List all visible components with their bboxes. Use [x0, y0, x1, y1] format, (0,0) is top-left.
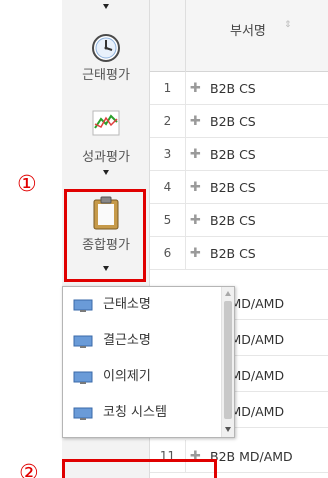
- menu-item-label: 근태소명: [103, 297, 151, 312]
- expand-icon[interactable]: ✚: [190, 138, 201, 171]
- row-department: B2B CS: [210, 246, 256, 261]
- row-number: 4: [150, 171, 186, 204]
- table-row[interactable]: 1 ✚ B2B CS: [150, 72, 328, 105]
- step-marker-1: ①: [17, 172, 37, 197]
- table-row[interactable]: 6 ✚ B2B CS: [150, 237, 328, 270]
- nav-item-label: 근태평가: [82, 68, 130, 83]
- table-row[interactable]: 4 ✚ B2B CS: [150, 171, 328, 204]
- menu-item-label: 이의제기: [103, 369, 151, 384]
- monitor-icon: [73, 371, 93, 384]
- grid-header: 부서명 ⇕: [150, 0, 328, 72]
- menu-item-objection[interactable]: 이의제기: [63, 359, 221, 395]
- highlight-box-overall-eval: [64, 189, 146, 282]
- monitor-icon: [73, 407, 93, 420]
- highlight-box-coaching-system: [62, 459, 217, 478]
- expand-icon[interactable]: ✚: [190, 105, 201, 138]
- dropdown-scrollbar[interactable]: [221, 287, 234, 437]
- table-row[interactable]: 5 ✚ B2B CS: [150, 204, 328, 237]
- menu-item-label: 결근소명: [103, 333, 151, 348]
- column-header-department[interactable]: 부서명: [230, 20, 266, 39]
- row-number: 2: [150, 105, 186, 138]
- row-number: 1: [150, 72, 186, 105]
- expand-icon[interactable]: ✚: [190, 204, 201, 237]
- row-department: B2B MD/AMD: [210, 449, 293, 464]
- sort-icon[interactable]: ⇕: [284, 20, 292, 30]
- table-row[interactable]: 2 ✚ B2B CS: [150, 105, 328, 138]
- step-marker-2: ②: [19, 461, 39, 478]
- row-department: B2B CS: [210, 81, 256, 96]
- menu-item-attendance-explanation[interactable]: 근태소명: [63, 287, 221, 323]
- nav-item-label: 성과평가: [82, 150, 130, 165]
- row-number-header: [150, 0, 186, 72]
- menu-item-absence-explanation[interactable]: 결근소명: [63, 323, 221, 359]
- row-department: B2B CS: [210, 147, 256, 162]
- menu-item-coaching-system[interactable]: 코칭 시스템: [63, 395, 221, 431]
- scrollbar-thumb[interactable]: [224, 301, 232, 419]
- monitor-icon: [73, 335, 93, 348]
- monitor-icon: [73, 299, 93, 312]
- scroll-down-icon[interactable]: [225, 427, 231, 432]
- expand-icon[interactable]: ✚: [190, 237, 201, 270]
- dropdown-arrow-icon[interactable]: [103, 4, 109, 9]
- expand-icon[interactable]: ✚: [190, 171, 201, 204]
- row-department: B2B CS: [210, 114, 256, 129]
- scroll-up-icon[interactable]: [225, 291, 231, 296]
- nav-item-performance-eval[interactable]: 성과평가: [62, 150, 150, 166]
- row-number: 6: [150, 237, 186, 270]
- table-row[interactable]: 3 ✚ B2B CS: [150, 138, 328, 171]
- row-department: B2B CS: [210, 180, 256, 195]
- expand-icon[interactable]: ✚: [190, 72, 201, 105]
- menu-item-label: 코칭 시스템: [103, 405, 167, 420]
- overall-eval-dropdown-menu: 근태소명 결근소명 이의제기 코칭 시스템: [62, 286, 235, 438]
- clock-icon[interactable]: [90, 32, 122, 64]
- row-number: 5: [150, 204, 186, 237]
- nav-item-attendance-eval[interactable]: 근태평가: [62, 68, 150, 84]
- row-department: B2B CS: [210, 213, 256, 228]
- chevron-down-icon[interactable]: [103, 170, 109, 175]
- row-number: 3: [150, 138, 186, 171]
- line-chart-icon[interactable]: [92, 110, 120, 136]
